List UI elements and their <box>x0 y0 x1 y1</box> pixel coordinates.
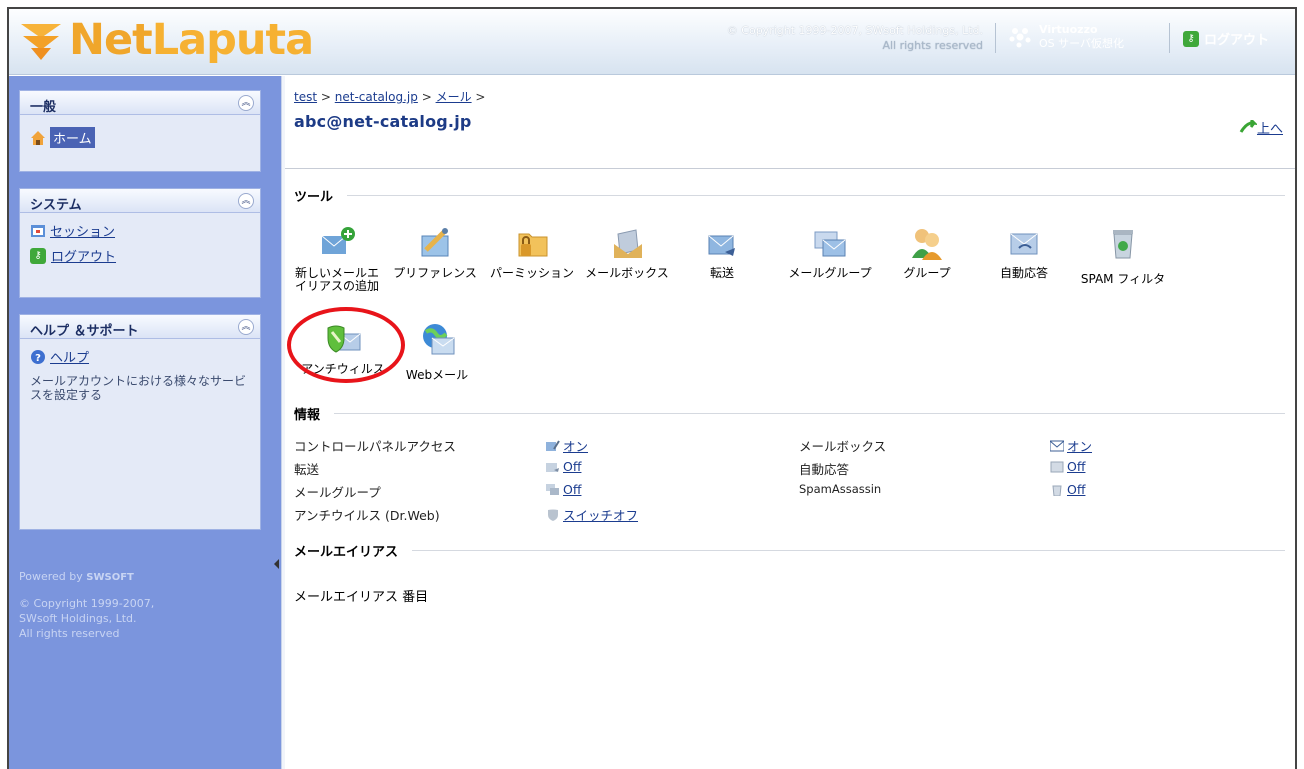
virtuozzo-title: Virtuozzo <box>1039 23 1098 36</box>
breadcrumb-link-domain[interactable]: net-catalog.jp <box>335 90 418 104</box>
info-value-cp-access[interactable]: オン <box>546 436 588 455</box>
panel-help: ヘルプ ＆サポート ︽ ? ヘルプ メールアカウントにおける様々なサービスを設定… <box>19 314 261 530</box>
info-value-forwarding[interactable]: Off <box>546 459 581 474</box>
key-icon: ⚷ <box>30 247 46 264</box>
session-icon <box>31 224 45 237</box>
control-panel-icon <box>546 439 560 451</box>
app-window: NetLaputa © Copyright 1999-2007, SWsoft … <box>7 7 1297 769</box>
mailbox-icon <box>614 229 642 258</box>
sidebar-item-session-label[interactable]: セッション <box>50 221 115 240</box>
help-icon: ? <box>31 349 45 364</box>
breadcrumb-link-test[interactable]: test <box>294 90 317 104</box>
header-divider <box>1169 23 1170 53</box>
panel-system-title: システム <box>30 198 82 213</box>
home-icon <box>31 130 45 145</box>
header-divider <box>995 23 996 53</box>
header-logout-label: ログアウト <box>1204 33 1270 48</box>
page-title: abc@net-catalog.jp <box>294 112 472 131</box>
netlaputa-logo[interactable]: NetLaputa <box>17 15 314 65</box>
sidebar-item-session[interactable]: セッション <box>30 221 250 240</box>
envelope-icon <box>1050 440 1064 451</box>
breadcrumb-link-mail[interactable]: メール <box>436 90 472 104</box>
sidebar-item-help-label[interactable]: ヘルプ <box>50 347 89 366</box>
forwarding-small-icon <box>546 462 559 472</box>
info-value-spamassassin[interactable]: Off <box>1050 482 1085 497</box>
sidebar-copyright: © Copyright 1999-2007, SWsoft Holdings, … <box>19 597 155 640</box>
sidebar-item-logout[interactable]: ⚷ ログアウト <box>30 246 250 265</box>
svg-text:?: ? <box>35 353 41 364</box>
tools-title: ツール <box>294 190 334 205</box>
collapse-icon[interactable]: ︽ <box>238 95 254 111</box>
tool-webmail[interactable]: Webメール <box>385 322 489 382</box>
spam-filter-icon <box>1113 230 1133 259</box>
up-level-label[interactable]: 上へ <box>1257 118 1283 137</box>
virtuozzo-badge[interactable]: Virtuozzo OS サーバ仮想化 <box>1007 23 1124 51</box>
sidebar-item-home-label: ホーム <box>50 127 95 148</box>
logo-chevron-icon <box>21 24 61 60</box>
tool-permissions[interactable]: パーミッション <box>480 226 584 280</box>
panel-general-title: 一般 <box>30 100 57 115</box>
sidebar-item-help[interactable]: ? ヘルプ <box>30 347 250 366</box>
header-copyright: © Copyright 1999-2007, SWsoft Holdings, … <box>726 24 983 52</box>
tool-forwarding[interactable]: 転送 <box>670 226 774 280</box>
alias-section-header: メールエイリアス <box>294 541 1285 560</box>
header-logout-button[interactable]: ⚷ ログアウト <box>1183 29 1269 48</box>
group-icon <box>912 229 942 260</box>
title-divider <box>285 168 1295 169</box>
tool-mail-group[interactable]: メールグループ <box>778 226 882 280</box>
tool-add-mail-alias[interactable]: 新しいメールエ イリアスの追加 <box>285 226 389 293</box>
info-value-autoresponder[interactable]: Off <box>1050 459 1085 474</box>
add-mail-alias-icon <box>321 227 355 254</box>
panel-help-title: ヘルプ ＆サポート <box>30 324 139 339</box>
up-level-button[interactable]: 上へ <box>1239 118 1283 137</box>
mail-group-icon <box>814 231 846 257</box>
collapse-icon[interactable]: ︽ <box>238 319 254 335</box>
tool-group[interactable]: グループ <box>875 226 979 280</box>
logo-text: NetLaputa <box>69 15 314 65</box>
antivirus-icon <box>327 325 361 353</box>
help-description: メールアカウントにおける様々なサービスを設定する <box>30 374 247 402</box>
breadcrumb: test > net-catalog.jp > メール > <box>294 90 486 104</box>
up-arrow-icon <box>1239 119 1257 133</box>
key-icon: ⚷ <box>1183 30 1199 47</box>
tools-section-header: ツール <box>294 186 1285 205</box>
trash-small-icon <box>1052 485 1062 496</box>
info-title: 情報 <box>294 408 321 423</box>
info-value-mailbox[interactable]: オン <box>1050 436 1092 455</box>
permissions-icon <box>518 233 548 257</box>
forwarding-icon <box>708 235 735 256</box>
shield-small-icon <box>548 509 558 521</box>
tool-autoresponder[interactable]: 自動応答 <box>972 226 1076 280</box>
tool-spam-filter[interactable]: SPAM フィルタ <box>1071 226 1175 286</box>
alias-title: メールエイリアス <box>294 545 399 560</box>
sidebar-item-logout-label[interactable]: ログアウト <box>51 246 116 265</box>
sidebar-item-home[interactable]: ホーム <box>30 127 250 148</box>
webmail-icon <box>423 324 455 355</box>
autoresponder-icon <box>1010 233 1038 255</box>
powered-by: Powered by SWSOFT <box>19 570 134 583</box>
info-section-header: 情報 <box>294 404 1285 423</box>
tool-mailbox[interactable]: メールボックス <box>575 226 679 280</box>
virtuozzo-subtitle: OS サーバ仮想化 <box>1039 37 1125 50</box>
panel-system: システム ︽ セッション ⚷ ログアウト <box>19 188 261 298</box>
main-content: test > net-catalog.jp > メール > abc@net-ca… <box>285 76 1295 769</box>
tool-antivirus[interactable]: アンチウィルス <box>291 322 395 376</box>
mail-group-small-icon <box>546 483 559 495</box>
info-value-mail-group[interactable]: Off <box>546 482 581 497</box>
swsoft-logo: SWSOFT <box>86 572 134 583</box>
autoresponder-small-icon <box>1050 461 1064 472</box>
virtuozzo-icon <box>1009 28 1031 48</box>
top-header: NetLaputa © Copyright 1999-2007, SWsoft … <box>9 9 1295 75</box>
alias-count-text: メールエイリアス 番目 <box>294 590 429 605</box>
preferences-icon <box>421 228 449 257</box>
collapse-icon[interactable]: ︽ <box>238 193 254 209</box>
collapse-sidebar-arrow-icon[interactable] <box>274 559 279 569</box>
tool-preferences[interactable]: プリファレンス <box>383 226 487 280</box>
sidebar: 一般 ︽ ホーム システム ︽ セッション ⚷ ログアウト ヘルプ ＆サポート … <box>9 76 281 769</box>
panel-general: 一般 ︽ ホーム <box>19 90 261 172</box>
info-value-antivirus[interactable]: スイッチオフ <box>546 505 638 524</box>
